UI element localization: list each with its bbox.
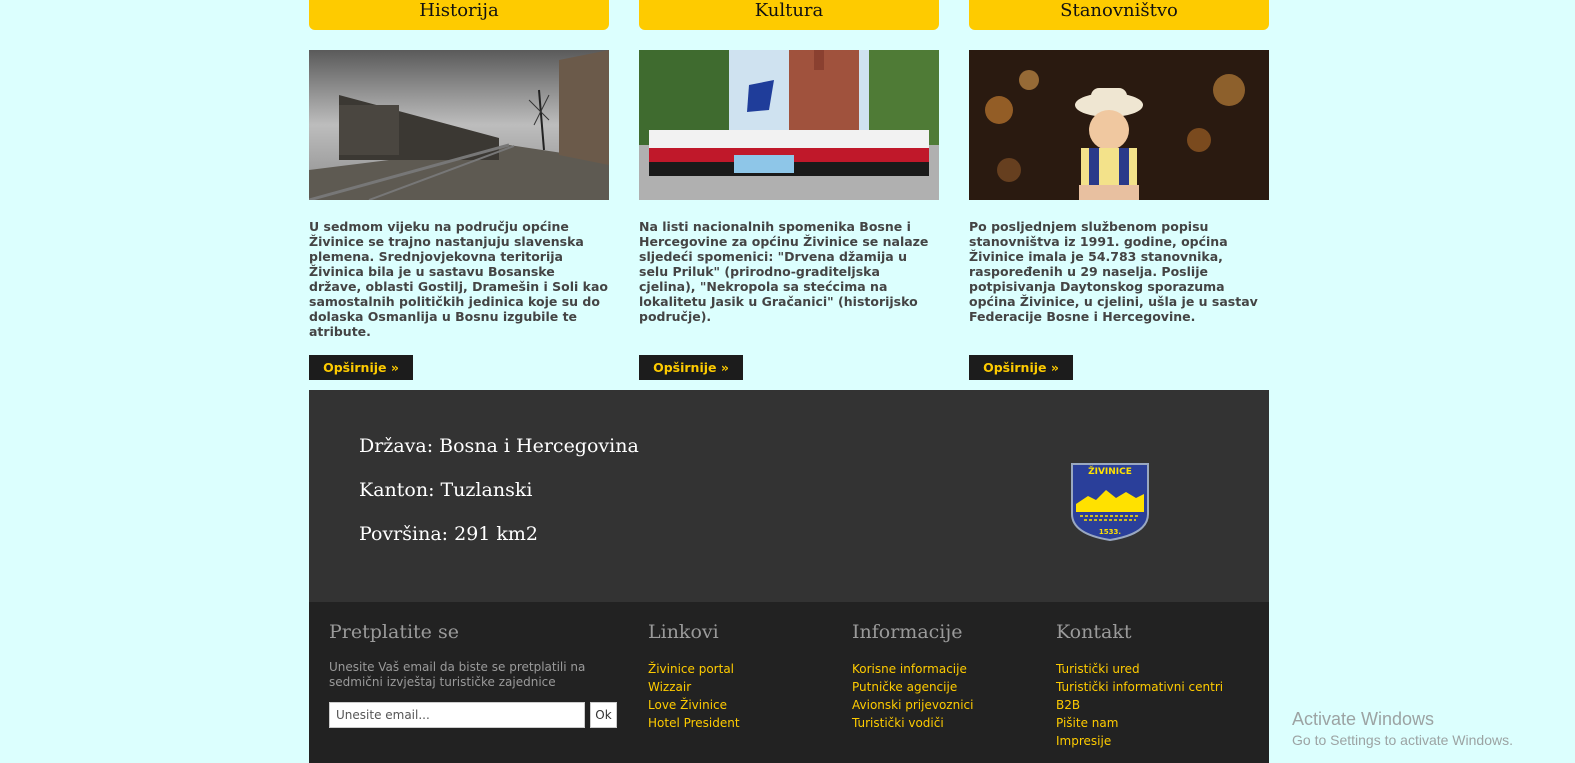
links-list: Živinice portal Wizzair Love Živinice Ho… [648,660,740,732]
contact-list: Turistički ured Turistički informativni … [1056,660,1223,750]
area-line: Površina: 291 km2 [359,523,539,545]
information-heading: Informacije [852,621,963,643]
subscribe-description: Unesite Vaš email da biste se pretplatil… [329,660,586,689]
email-input[interactable] [329,702,585,728]
column-text: U sedmom vijeku na području općine Živin… [309,219,609,339]
subscribe-form: Ok [329,702,629,728]
contact-heading: Kontakt [1056,621,1132,643]
column-title: Historija [309,0,609,30]
footer-link[interactable]: Turistički informativni centri [1056,678,1223,696]
footer-link[interactable]: Turistički ured [1056,660,1223,678]
more-button-historija[interactable]: Opširnije » [309,355,413,380]
footer-link[interactable]: Avionski prijevoznici [852,696,973,714]
child-on-shoulders-photo [969,50,1269,200]
footer-link[interactable]: Impresije [1056,732,1223,750]
activate-windows-watermark: Activate Windows Go to Settings to activ… [1292,709,1513,748]
information-list: Korisne informacije Putničke agencije Av… [852,660,973,732]
column-text: Po posljednjem službenom popisu stanovni… [969,219,1258,324]
footer-link[interactable]: Wizzair [648,678,740,696]
ok-button[interactable]: Ok [590,702,617,728]
column-kultura: Kultura Na listi nacionalnih spomenika B… [639,0,939,324]
watermark-title: Activate Windows [1292,709,1435,729]
footer-link[interactable]: Love Živinice [648,696,740,714]
footer-link[interactable]: Živinice portal [648,660,740,678]
zivinice-crest-logo: ŽIVINICE 1533. [1070,462,1150,546]
column-text: Na listi nacionalnih spomenika Bosne i H… [639,219,929,324]
links-heading: Linkovi [648,621,719,643]
country-line: Država: Bosna i Hercegovina [359,435,639,457]
footer-link[interactable]: Turistički vodiči [852,714,973,732]
footer-link[interactable]: Putničke agencije [852,678,973,696]
folklore-group-photo [639,50,939,200]
info-panel: Država: Bosna i Hercegovina Kanton: Tuzl… [309,390,1269,602]
footer-link[interactable]: Pišite nam [1056,714,1223,732]
footer-link[interactable]: Korisne informacije [852,660,973,678]
footer: Pretplatite se Unesite Vaš email da bist… [309,602,1269,763]
footer-link[interactable]: Hotel President [648,714,740,732]
more-button-kultura[interactable]: Opširnije » [639,355,743,380]
svg-text:ŽIVINICE: ŽIVINICE [1088,465,1132,477]
column-title: Kultura [639,0,939,30]
train-railway-photo [309,50,609,200]
column-title: Stanovništvo [969,0,1269,30]
canton-line: Kanton: Tuzlanski [359,479,533,501]
svg-text:1533.: 1533. [1099,528,1121,536]
column-stanovnistvo: Stanovništvo Po posljednjem službenom po… [969,0,1269,324]
watermark-subtitle: Go to Settings to activate Windows. [1292,732,1513,748]
column-historija: Historija U sedmom vijeku na području op… [309,0,609,339]
more-button-stanovnistvo[interactable]: Opširnije » [969,355,1073,380]
subscribe-heading: Pretplatite se [329,621,459,643]
footer-link[interactable]: B2B [1056,696,1223,714]
